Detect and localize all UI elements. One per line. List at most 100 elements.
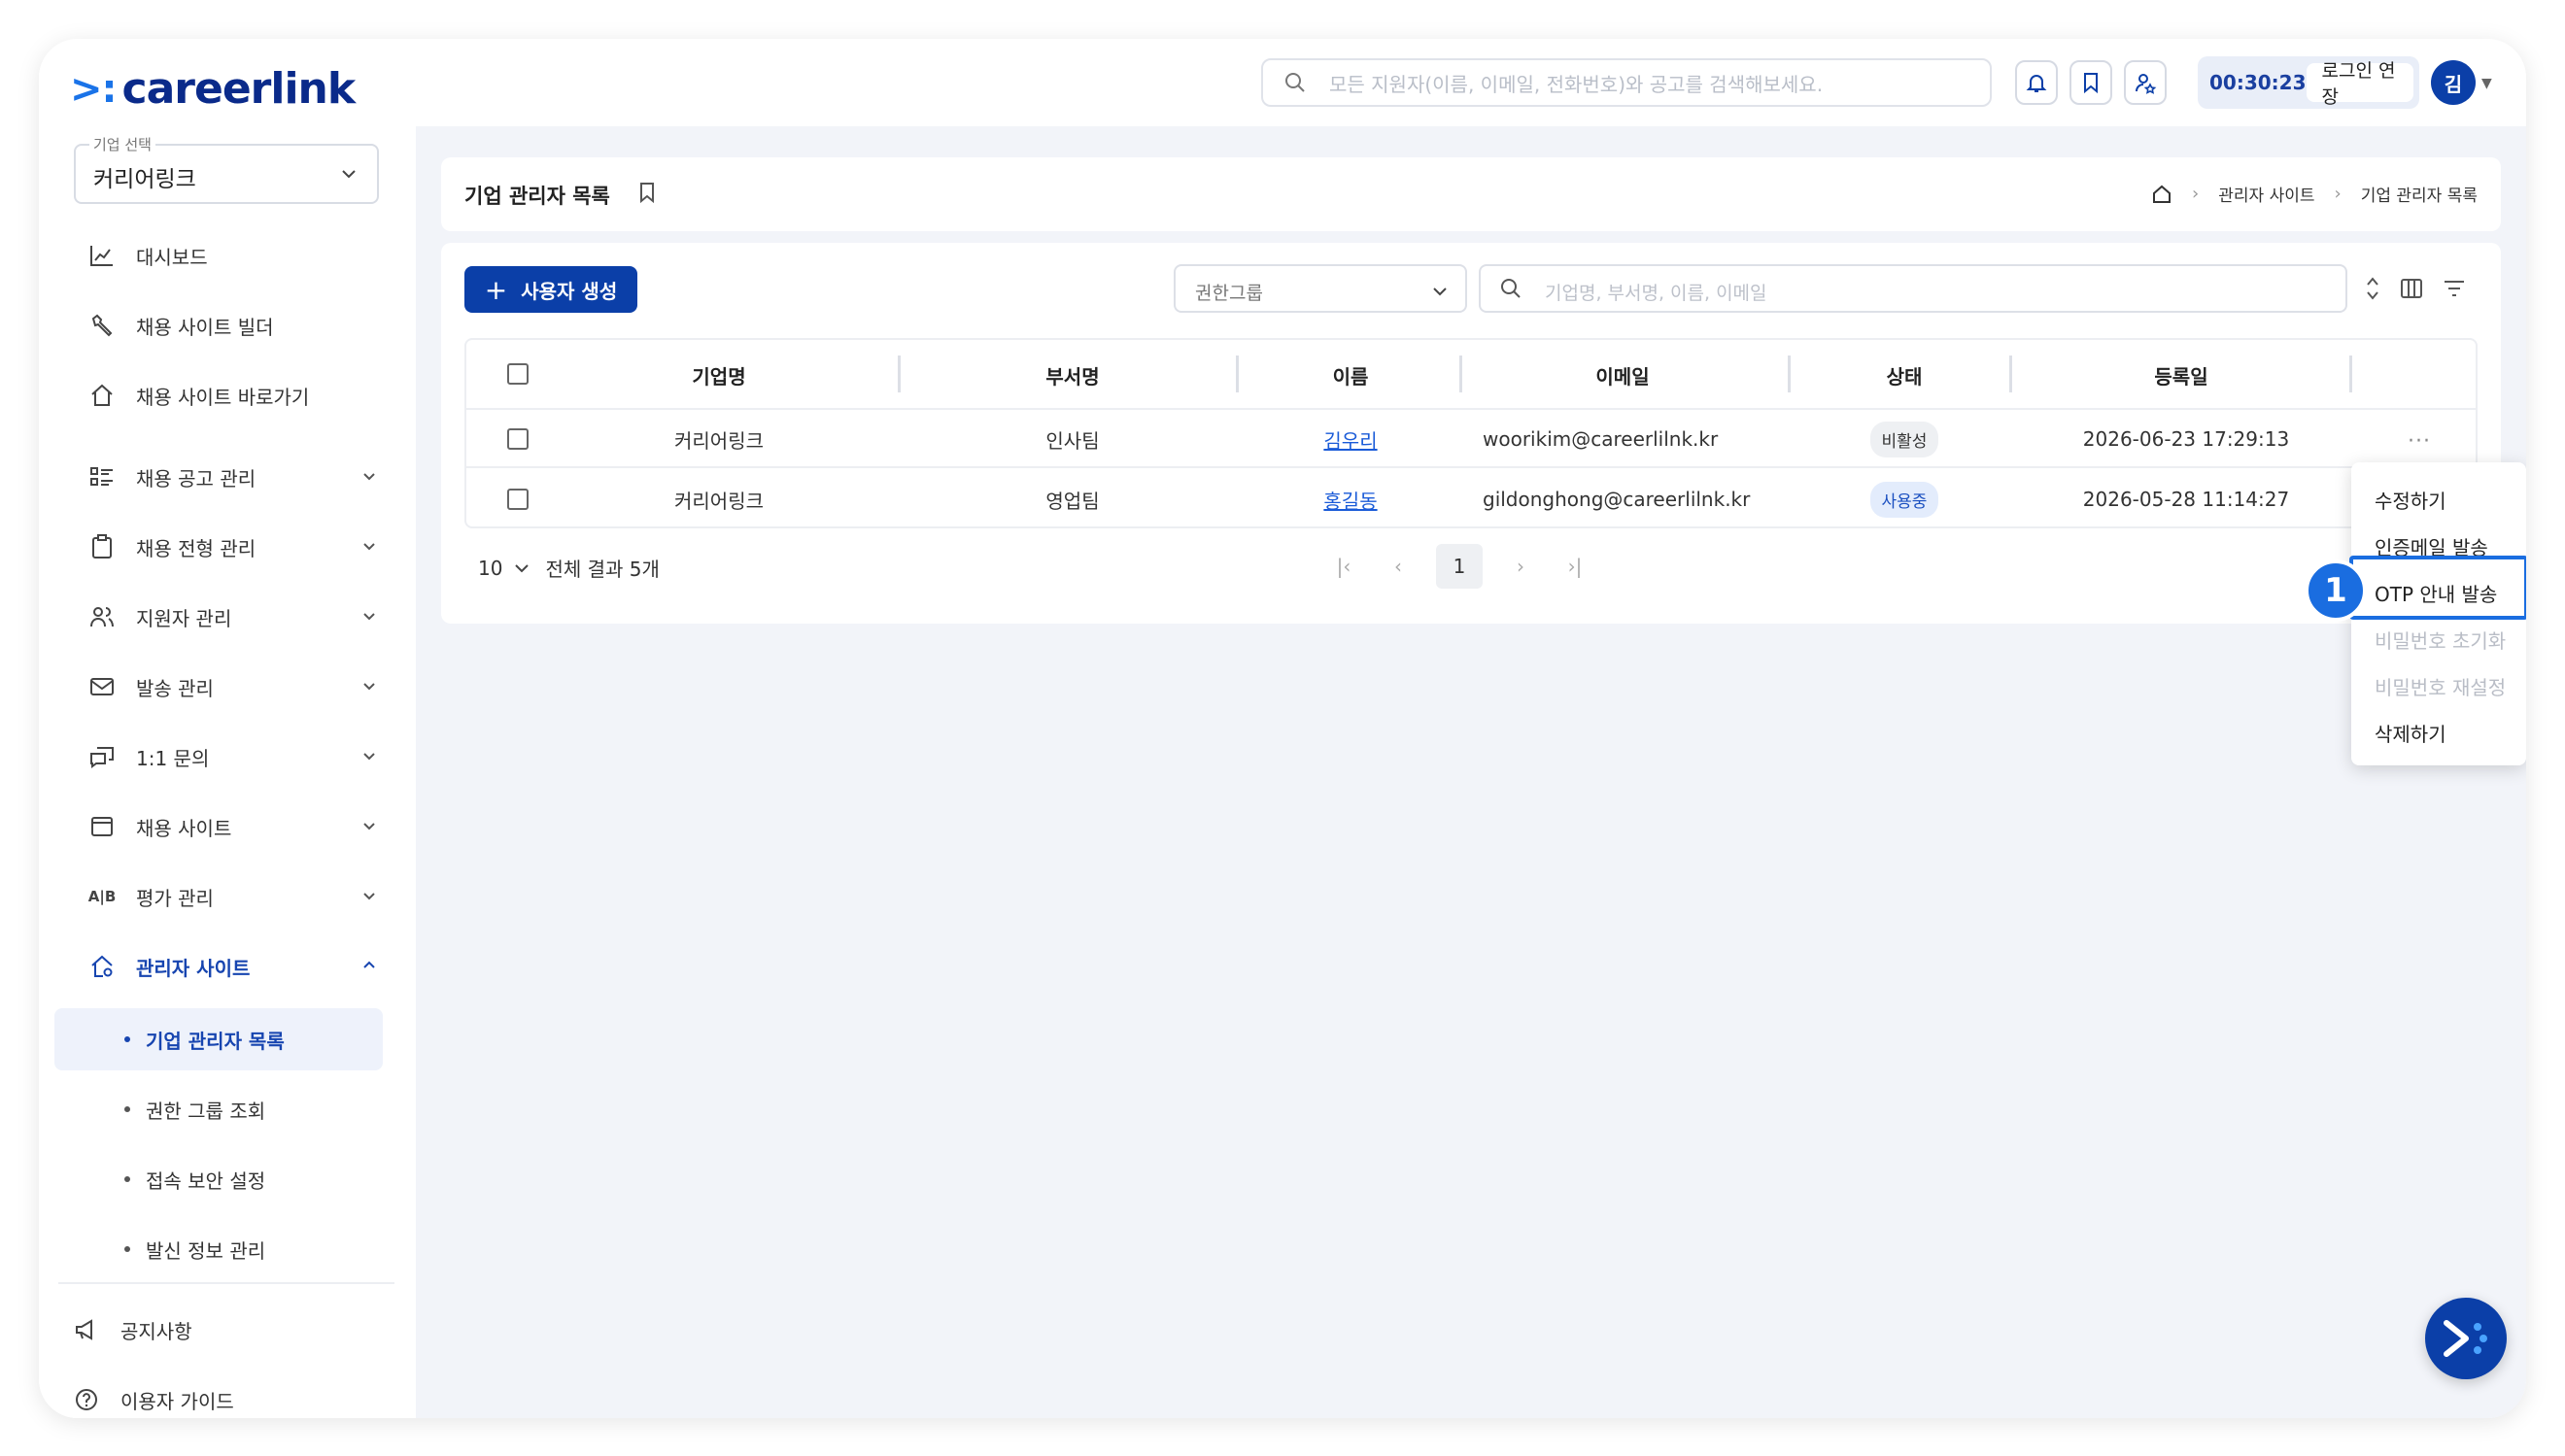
cell-name: 홍길동: [1253, 470, 1448, 528]
menu-item-edit[interactable]: 수정하기: [2375, 486, 2446, 514]
user-name-link[interactable]: 홍길동: [1323, 486, 1377, 514]
column-divider[interactable]: [1459, 356, 1462, 392]
sidebar-sub-permission-groups[interactable]: 권한 그룹 조회: [54, 1078, 383, 1140]
table-tools: [2365, 276, 2466, 301]
sidebar-sub-sender-info[interactable]: 발신 정보 관리: [54, 1218, 383, 1280]
caret-down-icon[interactable]: ▼: [2481, 76, 2492, 91]
cell-status: 사용중: [1807, 470, 2001, 528]
sidebar-item-dashboard[interactable]: 대시보드: [78, 231, 398, 280]
sidebar-sub-admin-list[interactable]: 기업 관리자 목록: [54, 1008, 383, 1070]
careerlink-logo[interactable]: >: careerlink: [70, 64, 357, 114]
breadcrumb-item[interactable]: 관리자 사이트: [2218, 182, 2314, 206]
create-user-label: 사용자 생성: [521, 279, 618, 303]
column-header[interactable]: 기업명: [564, 340, 874, 410]
sidebar-item-careers-site[interactable]: 채용 사이트: [78, 802, 398, 851]
wrench-icon: [87, 311, 117, 340]
chat-assistant-button[interactable]: [2425, 1298, 2507, 1379]
row-checkbox[interactable]: [507, 489, 529, 510]
sidebar-sub-access-security[interactable]: 접속 보안 설정: [54, 1148, 383, 1210]
global-search-input[interactable]: 모든 지원자(이름, 이메일, 전화번호)와 공고를 검색해보세요.: [1261, 58, 1992, 107]
sidebar-item-inquiry[interactable]: 1:1 문의: [78, 732, 398, 781]
bullet-icon: [124, 1106, 130, 1112]
cell-name: 김우리: [1253, 410, 1448, 468]
session-timer: 00:30:23 로그인 연장: [2198, 56, 2419, 109]
column-header[interactable]: 부서명: [917, 340, 1228, 410]
sidebar-item-user-guide[interactable]: 이용자 가이드: [62, 1375, 383, 1418]
sidebar-item-hiring-process[interactable]: 채용 전형 관리: [78, 523, 398, 571]
sidebar-item-site-builder[interactable]: 채용 사이트 빌더: [78, 301, 398, 350]
notification-button[interactable]: [2015, 60, 2058, 105]
first-page-icon[interactable]: |‹: [1327, 544, 1360, 589]
sidebar-item-site-shortcut[interactable]: 채용 사이트 바로가기: [78, 371, 398, 420]
column-divider[interactable]: [2349, 356, 2352, 392]
sidebar-item-messaging[interactable]: 발송 관리: [78, 662, 398, 711]
sidebar-item-label: 지원자 관리: [136, 606, 232, 630]
sidebar-item-job-posts[interactable]: 채용 공고 관리: [78, 453, 398, 501]
column-header[interactable]: 이름: [1244, 340, 1457, 410]
plus-icon: +: [484, 273, 508, 306]
more-options-icon[interactable]: ···: [2408, 429, 2431, 454]
prev-page-icon[interactable]: ‹: [1382, 544, 1415, 589]
sidebar-item-applicants[interactable]: 지원자 관리: [78, 593, 398, 641]
sidebar-item-label: 평가 관리: [136, 886, 214, 910]
chevron-right-icon: ›: [2334, 184, 2342, 204]
column-header[interactable]: 이메일: [1467, 340, 1778, 410]
next-page-icon[interactable]: ›: [1504, 544, 1537, 589]
logo-text: careerlink: [121, 64, 357, 114]
columns-icon[interactable]: [2400, 277, 2423, 300]
list-search-input[interactable]: 기업명, 부서명, 이름, 이메일: [1479, 264, 2347, 313]
chevron-down-icon: [363, 473, 375, 481]
highlight-box: [2349, 556, 2526, 620]
column-divider[interactable]: [1236, 356, 1239, 392]
users-icon: [87, 602, 117, 631]
column-divider[interactable]: [2009, 356, 2012, 392]
permission-group-select[interactable]: 권한그룹: [1174, 264, 1467, 313]
column-header[interactable]: 상태: [1797, 340, 2011, 410]
cell-department: 인사팀: [1045, 428, 1100, 453]
sort-icon[interactable]: [2365, 276, 2380, 301]
page-size-select[interactable]: 10: [478, 557, 502, 580]
bullet-icon: [124, 1246, 130, 1252]
main-content: 기업 관리자 목록 › 관리자 사이트 › 기업 관리자 목록 + 사용자 생성…: [416, 126, 2526, 1418]
user-name-link[interactable]: 김우리: [1323, 425, 1377, 454]
table-header: 기업명 부서명 이름 이메일 상태 등록일: [466, 340, 2476, 410]
company-select[interactable]: 기업 선택 커리어링크: [74, 134, 379, 204]
menu-item-change-password: 비밀번호 재설정: [2375, 676, 2507, 699]
bullet-icon: [124, 1036, 130, 1042]
user-settings-button[interactable]: [2124, 60, 2167, 105]
chevron-down-icon: [363, 753, 375, 761]
filter-icon[interactable]: [2443, 279, 2466, 298]
menu-item-delete[interactable]: 삭제하기: [2375, 719, 2446, 747]
page-number[interactable]: 1: [1436, 544, 1483, 589]
sidebar-item-admin-site[interactable]: 관리자 사이트: [78, 942, 398, 991]
sidebar-item-label: 채용 공고 관리: [136, 466, 256, 491]
chevron-down-icon[interactable]: [512, 559, 531, 578]
extend-login-button[interactable]: 로그인 연장: [2306, 60, 2413, 108]
sidebar-item-notices[interactable]: 공지사항: [62, 1305, 383, 1354]
bookmark-button[interactable]: [2069, 60, 2112, 105]
home-icon[interactable]: [2151, 184, 2172, 205]
column-divider[interactable]: [1788, 356, 1791, 392]
status-badge: 비활성: [1869, 421, 1939, 457]
company-select-value: 커리어링크: [93, 167, 196, 192]
chevron-up-icon: [363, 961, 375, 968]
app-window: >: careerlink 모든 지원자(이름, 이메일, 전화번호)와 공고를…: [39, 39, 2526, 1418]
page-size-control: 10 전체 결과 5개: [478, 554, 660, 582]
select-all-checkbox[interactable]: [507, 363, 529, 385]
avatar[interactable]: 김: [2431, 60, 2476, 105]
logo-mark-icon: >:: [70, 66, 118, 112]
last-page-icon[interactable]: ›|: [1558, 544, 1591, 589]
cell-date: 2026-06-23 17:29:13: [2082, 427, 2290, 451]
bookmark-icon: [2084, 73, 2098, 94]
row-checkbox[interactable]: [507, 428, 529, 450]
sidebar-item-evaluation[interactable]: A|B 평가 관리: [78, 872, 398, 921]
ab-test-icon: A|B: [87, 888, 117, 905]
chevron-right-icon: ›: [2192, 184, 2200, 204]
help-circle-icon: [72, 1385, 101, 1414]
column-divider[interactable]: [898, 356, 901, 392]
chevron-down-icon: [342, 170, 356, 179]
create-user-button[interactable]: + 사용자 생성: [464, 266, 637, 313]
column-header[interactable]: 등록일: [2021, 340, 2342, 410]
bookmark-icon[interactable]: [637, 181, 657, 204]
sidebar-divider: [58, 1282, 394, 1284]
